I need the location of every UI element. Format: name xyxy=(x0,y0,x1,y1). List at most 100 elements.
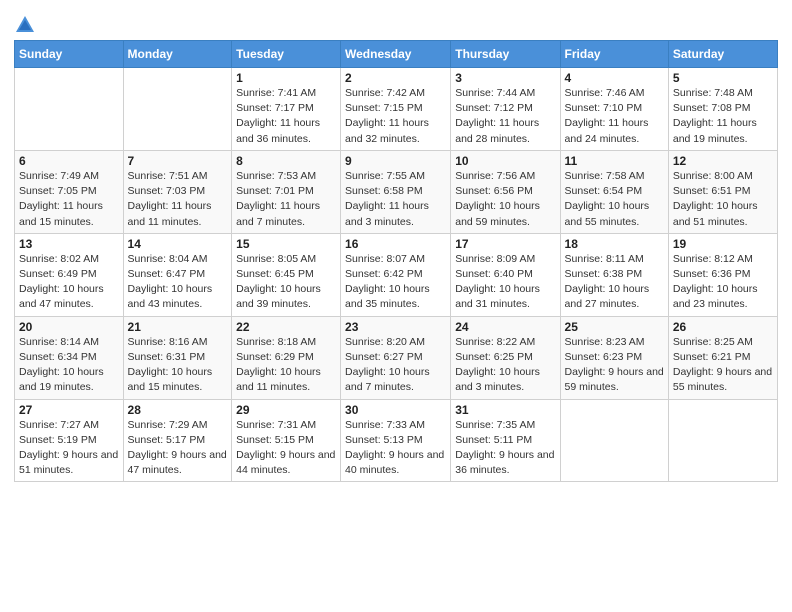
calendar-day-7: 7Sunrise: 7:51 AM Sunset: 7:03 PM Daylig… xyxy=(123,150,232,233)
calendar-day-20: 20Sunrise: 8:14 AM Sunset: 6:34 PM Dayli… xyxy=(15,316,124,399)
day-detail: Sunrise: 7:27 AM Sunset: 5:19 PM Dayligh… xyxy=(19,418,119,479)
day-detail: Sunrise: 8:18 AM Sunset: 6:29 PM Dayligh… xyxy=(236,335,336,396)
calendar-day-13: 13Sunrise: 8:02 AM Sunset: 6:49 PM Dayli… xyxy=(15,233,124,316)
day-number: 31 xyxy=(455,403,555,417)
day-number: 15 xyxy=(236,237,336,251)
day-number: 23 xyxy=(345,320,446,334)
day-number: 16 xyxy=(345,237,446,251)
weekday-header-monday: Monday xyxy=(123,41,232,68)
day-detail: Sunrise: 8:25 AM Sunset: 6:21 PM Dayligh… xyxy=(673,335,773,396)
calendar-day-29: 29Sunrise: 7:31 AM Sunset: 5:15 PM Dayli… xyxy=(232,399,341,482)
day-detail: Sunrise: 7:42 AM Sunset: 7:15 PM Dayligh… xyxy=(345,86,446,147)
calendar-day-17: 17Sunrise: 8:09 AM Sunset: 6:40 PM Dayli… xyxy=(451,233,560,316)
calendar-day-28: 28Sunrise: 7:29 AM Sunset: 5:17 PM Dayli… xyxy=(123,399,232,482)
day-number: 28 xyxy=(128,403,228,417)
day-number: 14 xyxy=(128,237,228,251)
day-detail: Sunrise: 8:14 AM Sunset: 6:34 PM Dayligh… xyxy=(19,335,119,396)
calendar-week-row: 20Sunrise: 8:14 AM Sunset: 6:34 PM Dayli… xyxy=(15,316,778,399)
day-detail: Sunrise: 8:02 AM Sunset: 6:49 PM Dayligh… xyxy=(19,252,119,313)
day-detail: Sunrise: 7:53 AM Sunset: 7:01 PM Dayligh… xyxy=(236,169,336,230)
day-detail: Sunrise: 7:46 AM Sunset: 7:10 PM Dayligh… xyxy=(565,86,664,147)
day-detail: Sunrise: 7:48 AM Sunset: 7:08 PM Dayligh… xyxy=(673,86,773,147)
calendar-day-22: 22Sunrise: 8:18 AM Sunset: 6:29 PM Dayli… xyxy=(232,316,341,399)
day-detail: Sunrise: 7:56 AM Sunset: 6:56 PM Dayligh… xyxy=(455,169,555,230)
day-number: 6 xyxy=(19,154,119,168)
weekday-header-sunday: Sunday xyxy=(15,41,124,68)
day-detail: Sunrise: 8:22 AM Sunset: 6:25 PM Dayligh… xyxy=(455,335,555,396)
calendar-day-11: 11Sunrise: 7:58 AM Sunset: 6:54 PM Dayli… xyxy=(560,150,668,233)
calendar-week-row: 6Sunrise: 7:49 AM Sunset: 7:05 PM Daylig… xyxy=(15,150,778,233)
day-detail: Sunrise: 7:55 AM Sunset: 6:58 PM Dayligh… xyxy=(345,169,446,230)
header xyxy=(14,10,778,36)
day-detail: Sunrise: 7:44 AM Sunset: 7:12 PM Dayligh… xyxy=(455,86,555,147)
weekday-header-row: SundayMondayTuesdayWednesdayThursdayFrid… xyxy=(15,41,778,68)
day-number: 18 xyxy=(565,237,664,251)
calendar-day-21: 21Sunrise: 8:16 AM Sunset: 6:31 PM Dayli… xyxy=(123,316,232,399)
calendar-day-empty xyxy=(123,68,232,151)
day-number: 24 xyxy=(455,320,555,334)
day-detail: Sunrise: 7:49 AM Sunset: 7:05 PM Dayligh… xyxy=(19,169,119,230)
calendar-day-27: 27Sunrise: 7:27 AM Sunset: 5:19 PM Dayli… xyxy=(15,399,124,482)
day-number: 19 xyxy=(673,237,773,251)
day-number: 13 xyxy=(19,237,119,251)
calendar-day-18: 18Sunrise: 8:11 AM Sunset: 6:38 PM Dayli… xyxy=(560,233,668,316)
day-number: 8 xyxy=(236,154,336,168)
day-detail: Sunrise: 8:23 AM Sunset: 6:23 PM Dayligh… xyxy=(565,335,664,396)
calendar-day-8: 8Sunrise: 7:53 AM Sunset: 7:01 PM Daylig… xyxy=(232,150,341,233)
calendar-day-empty xyxy=(560,399,668,482)
day-detail: Sunrise: 8:09 AM Sunset: 6:40 PM Dayligh… xyxy=(455,252,555,313)
calendar-day-12: 12Sunrise: 8:00 AM Sunset: 6:51 PM Dayli… xyxy=(668,150,777,233)
calendar-day-5: 5Sunrise: 7:48 AM Sunset: 7:08 PM Daylig… xyxy=(668,68,777,151)
calendar-day-15: 15Sunrise: 8:05 AM Sunset: 6:45 PM Dayli… xyxy=(232,233,341,316)
calendar-day-14: 14Sunrise: 8:04 AM Sunset: 6:47 PM Dayli… xyxy=(123,233,232,316)
day-detail: Sunrise: 7:29 AM Sunset: 5:17 PM Dayligh… xyxy=(128,418,228,479)
weekday-header-tuesday: Tuesday xyxy=(232,41,341,68)
calendar-day-16: 16Sunrise: 8:07 AM Sunset: 6:42 PM Dayli… xyxy=(341,233,451,316)
weekday-header-thursday: Thursday xyxy=(451,41,560,68)
weekday-header-wednesday: Wednesday xyxy=(341,41,451,68)
calendar-week-row: 27Sunrise: 7:27 AM Sunset: 5:19 PM Dayli… xyxy=(15,399,778,482)
day-detail: Sunrise: 8:20 AM Sunset: 6:27 PM Dayligh… xyxy=(345,335,446,396)
calendar-week-row: 13Sunrise: 8:02 AM Sunset: 6:49 PM Dayli… xyxy=(15,233,778,316)
calendar-day-6: 6Sunrise: 7:49 AM Sunset: 7:05 PM Daylig… xyxy=(15,150,124,233)
calendar-day-24: 24Sunrise: 8:22 AM Sunset: 6:25 PM Dayli… xyxy=(451,316,560,399)
day-number: 12 xyxy=(673,154,773,168)
day-number: 30 xyxy=(345,403,446,417)
calendar-day-19: 19Sunrise: 8:12 AM Sunset: 6:36 PM Dayli… xyxy=(668,233,777,316)
day-number: 1 xyxy=(236,71,336,85)
calendar-table: SundayMondayTuesdayWednesdayThursdayFrid… xyxy=(14,40,778,482)
day-detail: Sunrise: 8:00 AM Sunset: 6:51 PM Dayligh… xyxy=(673,169,773,230)
day-number: 5 xyxy=(673,71,773,85)
weekday-header-friday: Friday xyxy=(560,41,668,68)
calendar-day-10: 10Sunrise: 7:56 AM Sunset: 6:56 PM Dayli… xyxy=(451,150,560,233)
weekday-header-saturday: Saturday xyxy=(668,41,777,68)
calendar-day-25: 25Sunrise: 8:23 AM Sunset: 6:23 PM Dayli… xyxy=(560,316,668,399)
calendar-body: 1Sunrise: 7:41 AM Sunset: 7:17 PM Daylig… xyxy=(15,68,778,482)
day-detail: Sunrise: 8:05 AM Sunset: 6:45 PM Dayligh… xyxy=(236,252,336,313)
day-number: 26 xyxy=(673,320,773,334)
day-number: 11 xyxy=(565,154,664,168)
calendar-day-1: 1Sunrise: 7:41 AM Sunset: 7:17 PM Daylig… xyxy=(232,68,341,151)
day-detail: Sunrise: 7:51 AM Sunset: 7:03 PM Dayligh… xyxy=(128,169,228,230)
day-number: 29 xyxy=(236,403,336,417)
day-number: 7 xyxy=(128,154,228,168)
day-detail: Sunrise: 7:31 AM Sunset: 5:15 PM Dayligh… xyxy=(236,418,336,479)
logo xyxy=(14,10,38,36)
logo-icon xyxy=(14,14,36,36)
page: SundayMondayTuesdayWednesdayThursdayFrid… xyxy=(0,0,792,612)
calendar-day-9: 9Sunrise: 7:55 AM Sunset: 6:58 PM Daylig… xyxy=(341,150,451,233)
calendar-day-empty xyxy=(15,68,124,151)
calendar-week-row: 1Sunrise: 7:41 AM Sunset: 7:17 PM Daylig… xyxy=(15,68,778,151)
calendar-header: SundayMondayTuesdayWednesdayThursdayFrid… xyxy=(15,41,778,68)
day-number: 27 xyxy=(19,403,119,417)
day-number: 25 xyxy=(565,320,664,334)
calendar-day-23: 23Sunrise: 8:20 AM Sunset: 6:27 PM Dayli… xyxy=(341,316,451,399)
day-detail: Sunrise: 8:16 AM Sunset: 6:31 PM Dayligh… xyxy=(128,335,228,396)
day-detail: Sunrise: 8:04 AM Sunset: 6:47 PM Dayligh… xyxy=(128,252,228,313)
day-detail: Sunrise: 7:41 AM Sunset: 7:17 PM Dayligh… xyxy=(236,86,336,147)
day-detail: Sunrise: 7:33 AM Sunset: 5:13 PM Dayligh… xyxy=(345,418,446,479)
day-detail: Sunrise: 8:11 AM Sunset: 6:38 PM Dayligh… xyxy=(565,252,664,313)
calendar-day-31: 31Sunrise: 7:35 AM Sunset: 5:11 PM Dayli… xyxy=(451,399,560,482)
day-number: 2 xyxy=(345,71,446,85)
day-detail: Sunrise: 7:58 AM Sunset: 6:54 PM Dayligh… xyxy=(565,169,664,230)
